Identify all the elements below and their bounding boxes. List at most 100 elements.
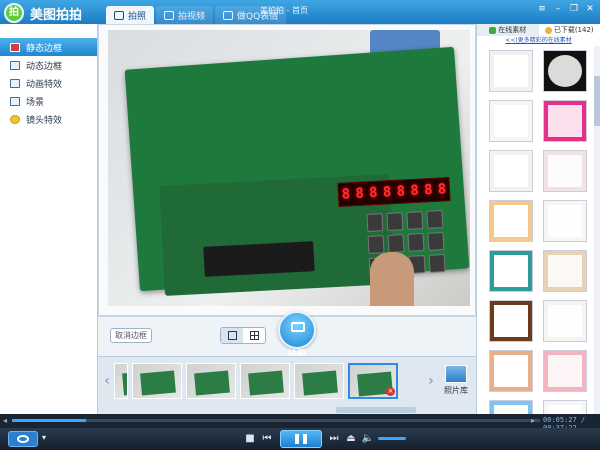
- frame-thumbnail[interactable]: [488, 200, 533, 242]
- sidebar-item-animation[interactable]: 动画特效: [0, 74, 97, 92]
- frame-thumbnail[interactable]: [488, 250, 533, 292]
- frame-thumbnail[interactable]: [542, 150, 587, 192]
- app-logo: 拍: [4, 3, 24, 23]
- tab-video[interactable]: 拍视频: [156, 6, 214, 24]
- segment-digit: 8: [341, 186, 351, 203]
- frame-thumbnail[interactable]: [542, 250, 587, 292]
- animation-icon: [10, 78, 20, 88]
- sidebar-item-label: 动态边框: [26, 61, 63, 72]
- camera-icon: [114, 10, 124, 20]
- pause-button[interactable]: [280, 430, 322, 448]
- frame-inner: [493, 205, 528, 237]
- prev-icon[interactable]: ⏮: [260, 432, 274, 446]
- segment-digit: 8: [355, 185, 365, 203]
- thumbnail[interactable]: [132, 363, 182, 399]
- frame-thumbnail[interactable]: [488, 50, 533, 92]
- layout-toggle: [220, 327, 266, 344]
- app-version: V 1.3.6: [60, 14, 82, 21]
- seek-track[interactable]: [12, 419, 540, 422]
- segment-digit: 8: [382, 184, 392, 201]
- minimize-icon[interactable]: –: [552, 3, 564, 15]
- scroll-thumb[interactable]: [594, 76, 600, 126]
- frame-thumbnail[interactable]: [488, 300, 533, 342]
- strip-scrollbar[interactable]: [336, 407, 416, 413]
- chevron-left-icon[interactable]: ‹: [100, 369, 114, 393]
- segment-digit: 8: [409, 182, 420, 200]
- frame-inner: [547, 105, 582, 137]
- shoot-button[interactable]: [278, 311, 316, 349]
- frame-inner: [547, 355, 582, 387]
- frame-panel-scrollbar[interactable]: [594, 46, 600, 414]
- volume-slider[interactable]: [378, 437, 406, 440]
- grid-layout-button[interactable]: [243, 328, 265, 343]
- frame-panel-tabs: 在线素材 已下载(142): [477, 24, 600, 36]
- sidebar-item-label: 动画特效: [26, 79, 63, 90]
- tab-online-label: 在线素材: [498, 26, 527, 34]
- thumbnail[interactable]: [186, 363, 236, 399]
- frame-panel: 在线素材 已下载(142) <<(更多精彩的在线素材: [476, 24, 600, 442]
- close-icon[interactable]: ✕: [584, 3, 596, 15]
- scene-icon: [10, 96, 20, 106]
- cancel-frame-button[interactable]: 取消边框: [110, 328, 152, 343]
- frame-thumbnail[interactable]: [542, 200, 587, 242]
- pause-icon: [295, 434, 299, 444]
- next-icon[interactable]: ⏭: [327, 432, 341, 446]
- sidebar-item-label: 静态边框: [26, 43, 63, 54]
- window-controls: ≡ – ❐ ✕: [536, 3, 596, 15]
- thumbnail-selected[interactable]: ×: [348, 363, 398, 399]
- effects-sidebar: 静态边框 动态边框 动画特效 场景 镜头特效: [0, 24, 98, 414]
- seek-forward-icon[interactable]: ▸: [531, 416, 535, 425]
- app-window: 拍 美图拍拍 V 1.3.6 拍照 拍视频 做QQ表情 美拍拍 - 首页 ≡ –…: [0, 0, 600, 450]
- frame-thumbnail[interactable]: [542, 50, 587, 92]
- frame-thumbnail[interactable]: [488, 350, 533, 392]
- chevron-down-icon[interactable]: ▾: [42, 433, 46, 442]
- frame-inner: [493, 55, 528, 87]
- window-title: 美拍拍 - 首页: [260, 6, 308, 15]
- sidebar-item-animated-frame[interactable]: 动态边框: [0, 56, 97, 74]
- gallery-label: 照片库: [444, 386, 468, 395]
- tab-downloaded[interactable]: 已下载(142): [538, 24, 600, 36]
- tab-video-label: 拍视频: [178, 11, 206, 22]
- seek-back-icon[interactable]: ◂: [3, 416, 7, 425]
- stop-icon[interactable]: ■: [243, 432, 257, 446]
- chevron-right-icon[interactable]: ›: [424, 369, 438, 393]
- sidebar-item-scene[interactable]: 场景: [0, 92, 97, 110]
- more-materials-link[interactable]: <<(更多精彩的在线素材: [477, 36, 600, 46]
- frame-thumbnail[interactable]: [542, 100, 587, 142]
- sidebar-item-static-frame[interactable]: 静态边框: [0, 38, 97, 56]
- menu-icon[interactable]: ≡: [536, 3, 548, 15]
- sidebar-item-label: 镜头特效: [26, 115, 63, 126]
- view-mode-button[interactable]: [8, 431, 38, 447]
- frame-inner: [493, 155, 528, 187]
- tab-online-materials[interactable]: 在线素材: [477, 24, 539, 36]
- thumbnail-list: ×: [114, 363, 398, 399]
- finger: [370, 252, 414, 306]
- frame-inner: [493, 105, 528, 137]
- thumbnail[interactable]: [114, 363, 128, 399]
- thumbnail[interactable]: [240, 363, 290, 399]
- single-frame-icon: [227, 331, 237, 340]
- seek-progress: [12, 419, 86, 422]
- online-icon: [489, 26, 497, 34]
- frame-thumbnail[interactable]: [488, 150, 533, 192]
- volume-icon[interactable]: 🔈: [361, 432, 375, 446]
- tab-photo[interactable]: 拍照: [106, 6, 155, 24]
- smile-icon: [10, 114, 20, 124]
- camera-icon: [291, 322, 305, 332]
- emoticon-icon: [223, 10, 234, 20]
- title-bar: 拍 美图拍拍 V 1.3.6 拍照 拍视频 做QQ表情 美拍拍 - 首页 ≡ –…: [0, 0, 600, 24]
- delete-icon[interactable]: ×: [386, 387, 395, 396]
- single-layout-button[interactable]: [221, 328, 243, 343]
- frame-thumbnail[interactable]: [542, 350, 587, 392]
- grid-four-icon: [249, 331, 259, 340]
- sidebar-item-lens-effect[interactable]: 镜头特效: [0, 110, 97, 128]
- tab-photo-label: 拍照: [128, 11, 147, 22]
- frame-thumbnail[interactable]: [488, 100, 533, 142]
- gallery-icon: [445, 365, 467, 383]
- gallery-button[interactable]: 照片库: [442, 365, 470, 396]
- thumbnail[interactable]: [294, 363, 344, 399]
- frame-thumbnail[interactable]: [542, 300, 587, 342]
- eject-icon[interactable]: ⏏: [344, 432, 358, 446]
- restore-icon[interactable]: ❐: [568, 3, 580, 15]
- frame-icon: [10, 42, 20, 52]
